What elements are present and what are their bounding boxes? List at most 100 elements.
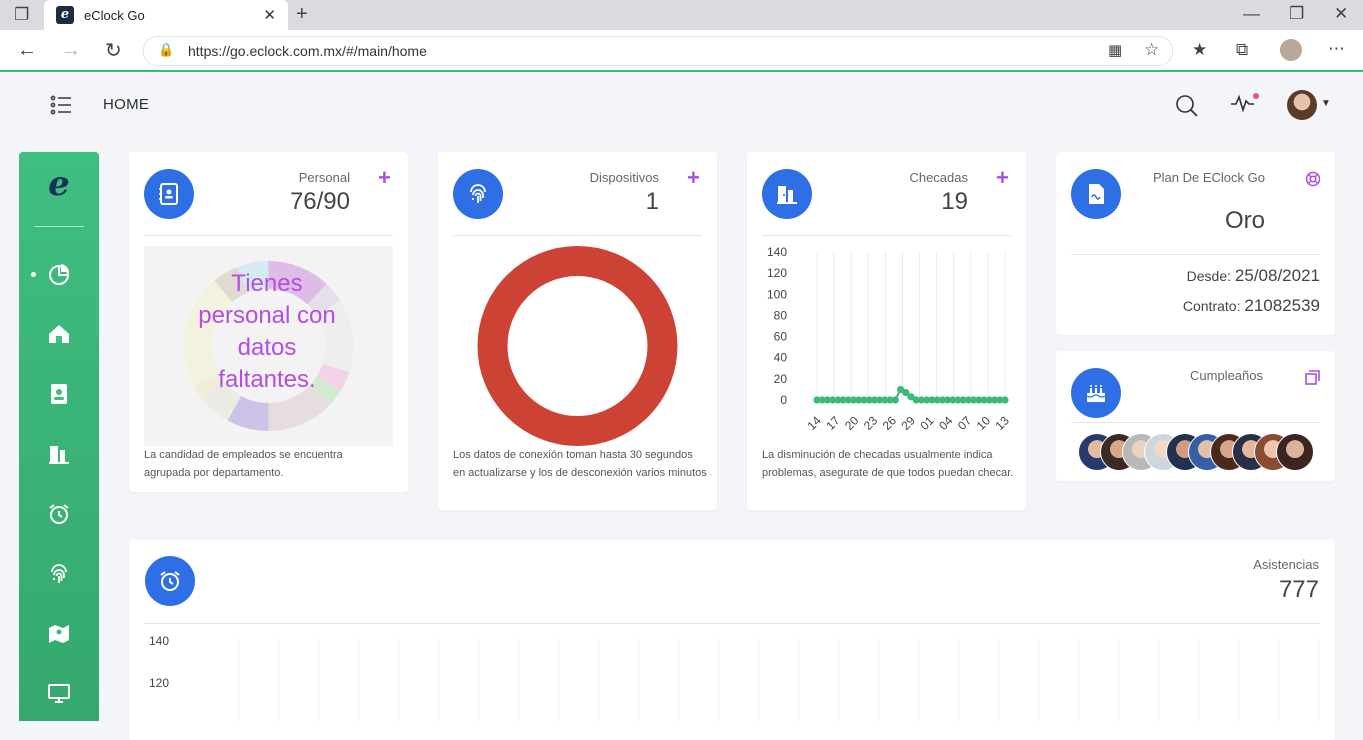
desde-value: 25/08/2021 bbox=[1234, 266, 1320, 285]
asistencias-line-chart: 140 120 bbox=[149, 634, 1320, 722]
sidebar-item-mapa[interactable] bbox=[47, 622, 71, 646]
more-options-icon[interactable]: ⋯ bbox=[1328, 39, 1345, 59]
profile-avatar[interactable] bbox=[1280, 39, 1302, 61]
cumpleanos-title: Cumpleaños bbox=[1190, 368, 1263, 383]
x-tick-label: 13 bbox=[992, 413, 1012, 433]
birthday-avatars bbox=[1078, 433, 1318, 471]
minimize-icon[interactable]: — bbox=[1243, 4, 1260, 24]
card-dispositivos: Dispositivos 1 + Los datos de conexión t… bbox=[438, 152, 717, 510]
y-tick-label: 120 bbox=[149, 676, 169, 690]
sidebar-item-personal[interactable] bbox=[47, 382, 71, 406]
active-indicator bbox=[31, 272, 36, 277]
add-personal-button[interactable]: + bbox=[378, 167, 391, 189]
favorites-icon[interactable]: ★ bbox=[1192, 40, 1207, 60]
page-title: HOME bbox=[103, 96, 150, 113]
x-tick-label: 29 bbox=[898, 413, 918, 433]
x-tick-label: 10 bbox=[974, 413, 994, 433]
search-icon[interactable] bbox=[1175, 94, 1199, 118]
sidebar-item-asistencias[interactable] bbox=[47, 502, 71, 526]
avatar[interactable] bbox=[1276, 433, 1314, 471]
checadas-line-chart: 02040608010012014014 17 20 23 26 29 01 04 07 10 13 bbox=[767, 245, 1012, 433]
eclock-logo: e bbox=[48, 164, 70, 204]
connection-donut-chart bbox=[477, 246, 678, 446]
divider bbox=[144, 235, 393, 236]
divider bbox=[453, 235, 702, 236]
restore-icon[interactable]: ❐ bbox=[1289, 4, 1304, 24]
card-asistencias: Asistencias 777 140 120 bbox=[129, 540, 1335, 740]
y-tick-label: 120 bbox=[767, 266, 787, 280]
window-close-icon[interactable]: ✕ bbox=[1334, 4, 1348, 24]
tab-title: eClock Go bbox=[84, 8, 145, 23]
dispositivos-title: Dispositivos bbox=[589, 170, 659, 185]
dispositivos-icon-circle bbox=[453, 169, 503, 219]
url-text: https://go.eclock.com.mx/#/main/home bbox=[188, 43, 427, 59]
tab-actions-icon[interactable]: ❐ bbox=[14, 5, 29, 25]
divider bbox=[762, 235, 1011, 236]
collections-icon[interactable]: ⧉ bbox=[1236, 40, 1248, 60]
app-available-icon[interactable]: ▦ bbox=[1108, 41, 1122, 59]
personal-title: Personal bbox=[298, 170, 350, 185]
browser-tab[interactable]: e eClock Go ✕ bbox=[44, 0, 288, 30]
y-tick-label: 0 bbox=[780, 393, 787, 407]
reload-icon[interactable]: ↻ bbox=[105, 38, 122, 63]
sidebar-item-dispositivos[interactable] bbox=[47, 562, 71, 586]
dispositivos-value: 1 bbox=[645, 188, 659, 215]
data-point bbox=[891, 396, 899, 404]
dispositivos-note: Los datos de conexión toman hasta 30 seg… bbox=[453, 449, 707, 479]
asistencias-icon-circle bbox=[145, 556, 195, 606]
contact-book-icon bbox=[51, 384, 67, 404]
personal-chart-area: Tienes personal con datos faltantes. bbox=[144, 246, 393, 446]
menu-list-icon[interactable] bbox=[50, 95, 72, 115]
fingerprint-icon bbox=[470, 184, 486, 203]
caret-down-icon[interactable]: ▼ bbox=[1321, 98, 1331, 109]
contract-document-icon bbox=[1089, 184, 1104, 204]
support-lifebuoy-icon[interactable] bbox=[1305, 171, 1321, 187]
card-plan: Plan De EClock Go Oro Desde: 25/08/2021 … bbox=[1056, 152, 1335, 335]
plan-value: Oro bbox=[1224, 207, 1265, 234]
add-dispositivo-button[interactable]: + bbox=[687, 167, 700, 189]
sidebar-item-monitor[interactable] bbox=[47, 682, 71, 706]
divider bbox=[1071, 254, 1320, 255]
close-tab-icon[interactable]: ✕ bbox=[263, 6, 276, 24]
sidebar-item-dashboard[interactable] bbox=[47, 262, 71, 286]
user-avatar[interactable] bbox=[1287, 90, 1317, 120]
personal-note: La candidad de empleados se encuentra ag… bbox=[144, 449, 343, 479]
personal-value: 76/90 bbox=[289, 188, 350, 215]
add-checada-button[interactable]: + bbox=[996, 167, 1009, 189]
card-cumpleanos: Cumpleaños bbox=[1056, 351, 1335, 481]
forward-icon[interactable]: → bbox=[61, 39, 81, 62]
open-window-icon[interactable] bbox=[1305, 370, 1320, 385]
y-tick-label: 140 bbox=[149, 634, 169, 648]
x-tick-label: 17 bbox=[823, 413, 843, 433]
sidebar-item-company[interactable] bbox=[47, 322, 71, 346]
house-icon bbox=[49, 325, 69, 343]
y-tick-label: 40 bbox=[774, 351, 788, 365]
monitor-icon bbox=[48, 684, 70, 703]
data-point bbox=[1001, 396, 1009, 404]
plan-icon-circle bbox=[1071, 169, 1121, 219]
new-tab-icon[interactable]: + bbox=[296, 3, 308, 26]
birthday-cake-icon bbox=[1086, 385, 1106, 402]
plan-desde: Desde: 25/08/2021 bbox=[1187, 266, 1320, 286]
add-favorite-icon[interactable]: ☆ bbox=[1144, 40, 1159, 60]
activity-pulse-icon[interactable] bbox=[1230, 92, 1260, 114]
sidebar-item-checadas[interactable] bbox=[47, 442, 71, 466]
checadas-title: Checadas bbox=[909, 170, 968, 185]
x-tick-label: 04 bbox=[936, 413, 956, 433]
x-tick-label: 01 bbox=[917, 413, 937, 433]
back-icon[interactable]: ← bbox=[17, 39, 37, 62]
url-bar[interactable]: 🔒 https://go.eclock.com.mx/#/main/home bbox=[143, 36, 1173, 66]
eclock-favicon-icon: e bbox=[56, 6, 74, 24]
notification-dot bbox=[1253, 93, 1259, 99]
map-icon bbox=[49, 625, 69, 643]
donut-slice bbox=[477, 246, 678, 446]
x-tick-label: 14 bbox=[804, 413, 824, 433]
fingerprint-icon bbox=[51, 564, 67, 583]
door-icon bbox=[49, 446, 69, 464]
x-tick-label: 23 bbox=[861, 413, 881, 433]
desde-label: Desde: bbox=[1186, 268, 1232, 284]
sidebar-divider bbox=[34, 226, 84, 227]
pie-chart-icon bbox=[49, 264, 69, 285]
lock-icon: 🔒 bbox=[158, 42, 175, 57]
door-icon bbox=[777, 186, 797, 204]
